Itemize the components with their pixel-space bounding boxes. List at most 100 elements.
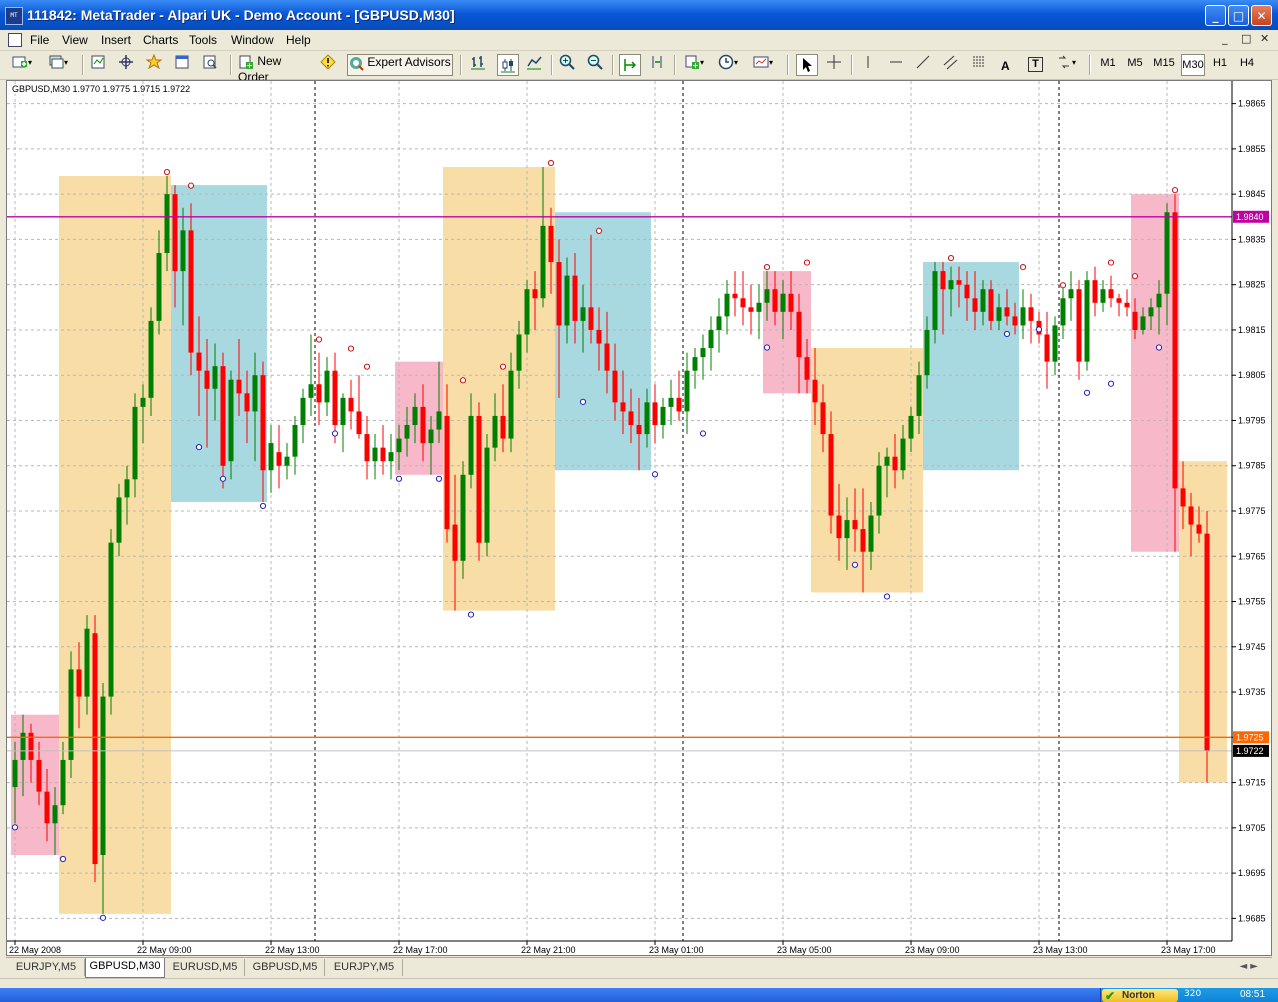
up-fractal-marker bbox=[595, 227, 603, 234]
candle-body bbox=[268, 443, 274, 471]
candle-body bbox=[884, 456, 890, 466]
crosshair-button[interactable] bbox=[826, 54, 842, 76]
timeframe-m5-button[interactable]: M5 bbox=[1124, 57, 1146, 69]
candle-body bbox=[804, 357, 810, 380]
text-label-button[interactable]: T bbox=[1028, 56, 1043, 78]
candle-body bbox=[596, 329, 602, 344]
timeframe-h1-button[interactable]: H1 bbox=[1209, 57, 1231, 69]
mdi-restore-button[interactable]: □ bbox=[1241, 32, 1251, 45]
arrows-button[interactable]: ▾ bbox=[1056, 54, 1076, 76]
candle-body bbox=[996, 307, 1002, 321]
tab-eurusd-m5[interactable]: EURUSD,M5 bbox=[166, 959, 245, 976]
expert-advisors-button[interactable]: Expert Advisors bbox=[347, 54, 453, 76]
vertical-line-icon bbox=[867, 56, 869, 68]
autoscroll-button[interactable] bbox=[619, 54, 641, 76]
tab-gbpusd-m5[interactable]: GBPUSD,M5 bbox=[246, 959, 325, 976]
candle-body bbox=[1028, 307, 1034, 321]
menu-file[interactable]: File bbox=[30, 33, 49, 47]
exclamation-diamond-icon bbox=[320, 54, 336, 70]
toolbar-separator bbox=[551, 55, 553, 75]
menu-tools[interactable]: Tools bbox=[189, 33, 217, 47]
chart-shift-button[interactable] bbox=[649, 54, 665, 76]
app-icon[interactable]: MT bbox=[5, 7, 23, 25]
new-order-button[interactable]: New Order bbox=[238, 54, 314, 84]
equidistant-channel-button[interactable] bbox=[943, 54, 959, 76]
new-chart-button[interactable]: ▾ bbox=[12, 54, 32, 76]
price-axis-label: 1.9755 bbox=[1238, 597, 1266, 607]
timeframe-m30-button[interactable]: M30 bbox=[1181, 54, 1205, 76]
tab-eurjpy-m5-2[interactable]: EURJPY,M5 bbox=[326, 959, 403, 976]
candle-body bbox=[412, 406, 418, 425]
candle-body bbox=[852, 520, 858, 530]
zoom-out-button[interactable] bbox=[587, 54, 603, 76]
candlestick-chart[interactable]: 1.9865 1.9855 1.9845 1.9835 1.9825 1.9815 1.98… bbox=[7, 81, 1271, 955]
profiles-button[interactable]: ▾ bbox=[48, 54, 68, 76]
down-fractal-marker bbox=[1035, 326, 1043, 333]
market-watch-button[interactable] bbox=[90, 54, 106, 76]
candle-body bbox=[172, 194, 178, 272]
candle-body bbox=[516, 334, 522, 371]
down-fractal-marker bbox=[395, 475, 403, 482]
vertical-line-button[interactable] bbox=[860, 54, 876, 76]
down-fractal-marker bbox=[699, 430, 707, 437]
text-button[interactable]: A bbox=[1001, 59, 1010, 81]
candle-body bbox=[956, 280, 962, 285]
tab-eurjpy-m5[interactable]: EURJPY,M5 bbox=[8, 959, 85, 976]
bar-chart-button[interactable] bbox=[470, 54, 486, 76]
price-axis-label: 1.9805 bbox=[1238, 370, 1266, 380]
candle-body bbox=[68, 669, 74, 760]
candle-body bbox=[1060, 298, 1066, 326]
trendline-button[interactable] bbox=[915, 54, 931, 76]
favorites-button[interactable] bbox=[146, 54, 162, 76]
mdi-close-button[interactable]: ✕ bbox=[1260, 32, 1269, 45]
price-axis-label: 1.9835 bbox=[1238, 234, 1266, 244]
terminal-button[interactable] bbox=[174, 54, 190, 76]
menu-insert[interactable]: Insert bbox=[101, 33, 131, 47]
time-axis-label: 23 May 09:00 bbox=[905, 945, 960, 955]
line-chart-button[interactable] bbox=[526, 54, 542, 76]
navigator-button[interactable] bbox=[118, 54, 134, 76]
tray-icons[interactable]: 320 bbox=[1184, 989, 1201, 999]
alert-button[interactable] bbox=[320, 54, 336, 76]
timeframe-m1-button[interactable]: M1 bbox=[1097, 57, 1119, 69]
periods-button[interactable]: ▾ bbox=[718, 54, 738, 76]
candle-body bbox=[1108, 289, 1114, 299]
tab-gbpusd-m30[interactable]: GBPUSD,M30 bbox=[85, 958, 165, 978]
candle-body bbox=[1188, 506, 1194, 525]
candle-body bbox=[124, 479, 130, 498]
menu-charts[interactable]: Charts bbox=[143, 33, 178, 47]
mdi-minimize-button[interactable]: _ bbox=[1222, 32, 1228, 45]
menu-help[interactable]: Help bbox=[286, 33, 311, 47]
price-axis-label: 1.9745 bbox=[1238, 642, 1266, 652]
minimize-button[interactable]: _ bbox=[1205, 5, 1226, 26]
indicators-button[interactable]: ▾ bbox=[684, 54, 704, 76]
star-icon bbox=[146, 54, 162, 70]
candle-body bbox=[652, 402, 658, 425]
close-button[interactable]: ✕ bbox=[1251, 5, 1272, 26]
menu-window[interactable]: Window bbox=[231, 33, 274, 47]
document-icon[interactable] bbox=[8, 33, 22, 47]
zoom-in-icon bbox=[559, 54, 575, 70]
tab-scroll-arrows[interactable]: ◄ ► bbox=[1239, 961, 1258, 972]
candle-body bbox=[132, 406, 138, 480]
maximize-button[interactable]: □ bbox=[1228, 5, 1249, 26]
horizontal-line-button[interactable] bbox=[888, 54, 904, 76]
templates-button[interactable]: ▾ bbox=[753, 54, 773, 76]
candle-body bbox=[508, 370, 514, 439]
up-fractal-marker bbox=[947, 254, 955, 262]
cursor-button[interactable] bbox=[796, 54, 818, 76]
candle-body bbox=[524, 289, 530, 335]
candlestick-button[interactable] bbox=[497, 54, 519, 76]
fibonacci-button[interactable] bbox=[971, 54, 987, 76]
taskbar-clock: 08:51 bbox=[1240, 989, 1266, 1000]
zoom-in-button[interactable] bbox=[559, 54, 575, 76]
price-axis-label: 1.9865 bbox=[1238, 99, 1266, 109]
menu-view[interactable]: View bbox=[62, 33, 88, 47]
timeframe-h4-button[interactable]: H4 bbox=[1236, 57, 1258, 69]
timeframe-m15-button[interactable]: M15 bbox=[1153, 57, 1175, 69]
up-fractal-marker bbox=[499, 363, 507, 370]
norton-button[interactable]: ✔ Norton bbox=[1102, 989, 1178, 1002]
price-axis-label: 1.9735 bbox=[1238, 687, 1266, 697]
strategy-tester-button[interactable] bbox=[202, 54, 218, 76]
up-fractal-marker bbox=[163, 168, 171, 176]
